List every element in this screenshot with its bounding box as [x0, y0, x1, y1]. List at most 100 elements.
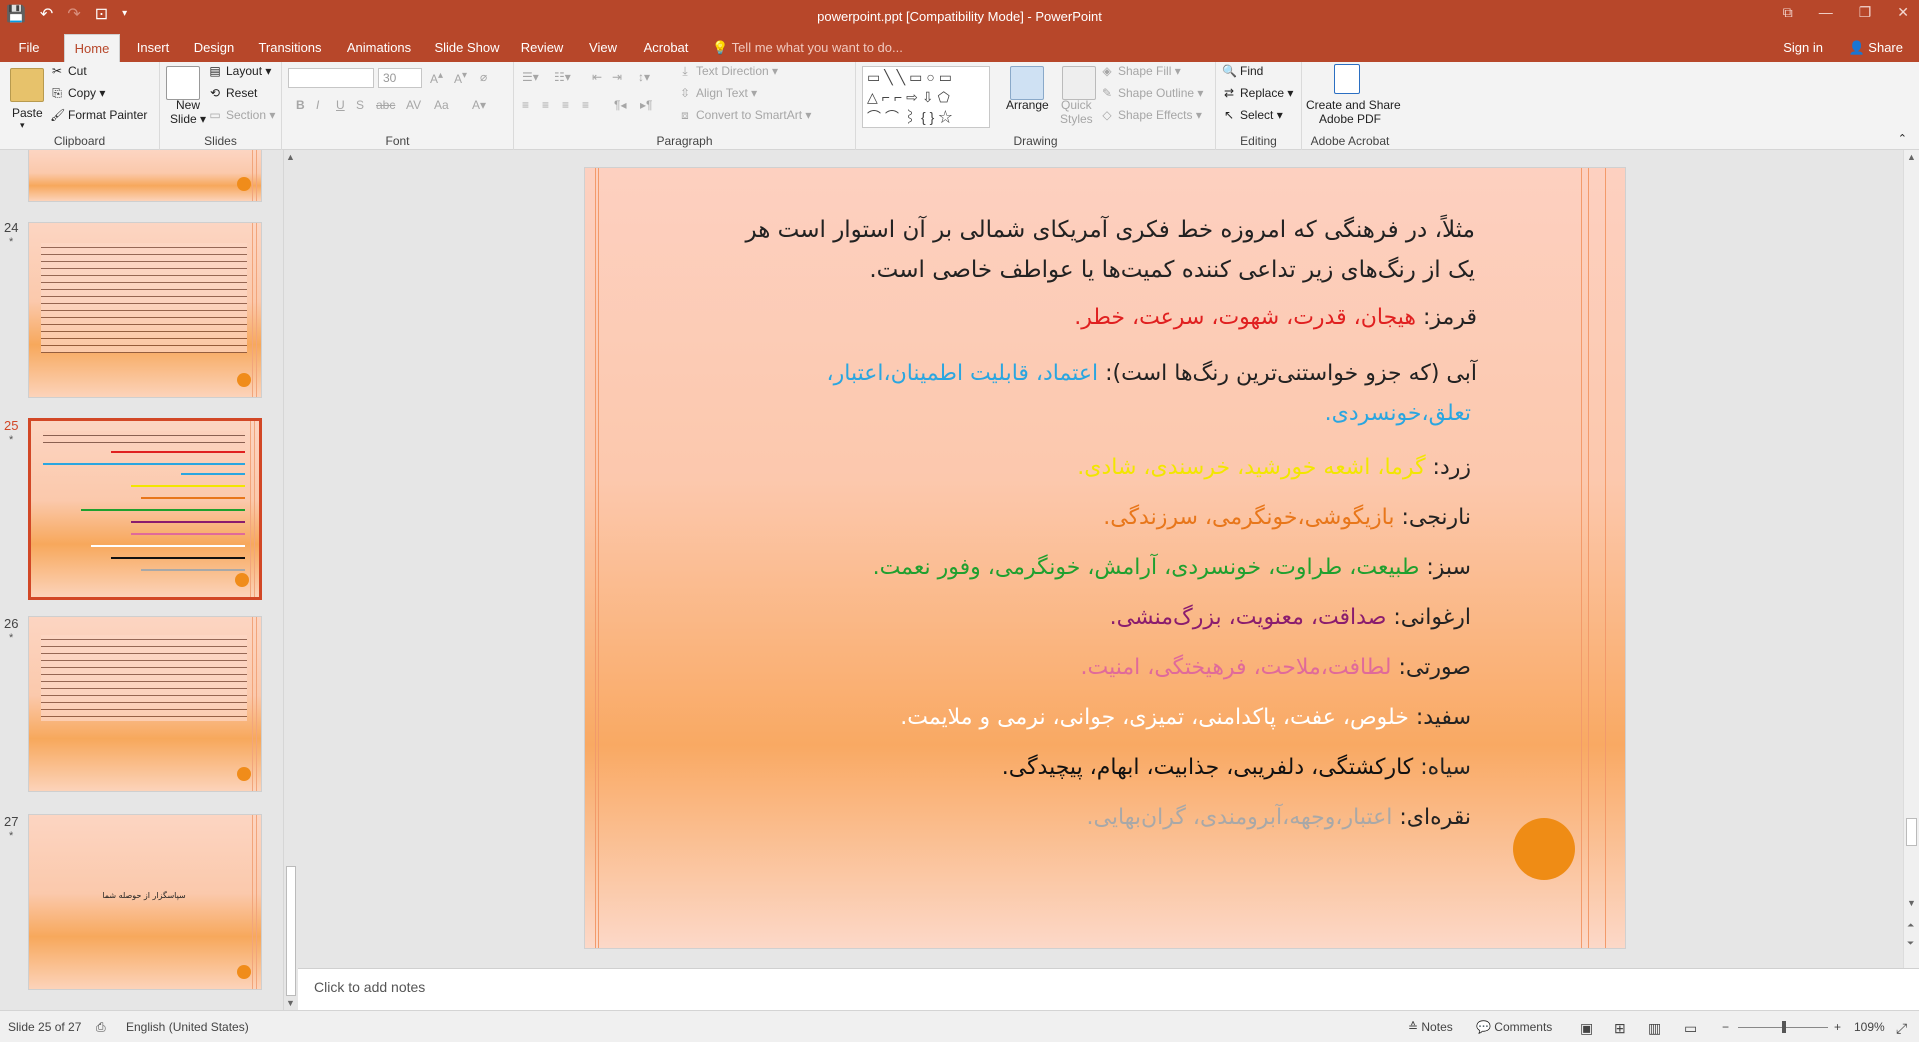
new-slide-icon[interactable]: [166, 66, 200, 100]
strikethrough-icon[interactable]: abc: [376, 98, 395, 112]
align-center-icon[interactable]: ≡: [542, 98, 549, 112]
notes-toggle[interactable]: ≙ Notes: [1408, 1020, 1453, 1034]
slide-line-green[interactable]: سبز: طبیعت، طراوت، خونسردی، آرامش، خونگر…: [873, 548, 1471, 588]
slide-intro-line-1[interactable]: مثلاً، در فرهنگی که امروزه خط فکری آمریک…: [746, 210, 1476, 250]
slide-sorter-icon[interactable]: ⊞: [1614, 1020, 1626, 1037]
copy-button[interactable]: ⎘ Copy ▾: [50, 86, 105, 101]
zoom-out-icon[interactable]: −: [1722, 1020, 1729, 1034]
minimize-icon[interactable]: —: [1819, 4, 1833, 21]
decrease-indent-icon[interactable]: ⇤: [592, 70, 602, 84]
reset-button[interactable]: ⟲ Reset: [208, 86, 257, 100]
quick-styles-icon[interactable]: [1062, 66, 1096, 100]
paste-button[interactable]: Paste: [12, 106, 43, 120]
tab-home[interactable]: Home: [64, 34, 120, 62]
tab-design[interactable]: Design: [186, 34, 242, 62]
zoom-slider-thumb[interactable]: [1782, 1021, 1786, 1033]
tab-insert[interactable]: Insert: [128, 34, 178, 62]
section-button[interactable]: ▭ Section ▾: [208, 108, 275, 122]
align-text-button[interactable]: ⇳ Align Text ▾: [678, 86, 757, 100]
tab-transitions[interactable]: Transitions: [250, 34, 330, 62]
rtl-icon[interactable]: ¶◂: [614, 98, 626, 112]
find-button[interactable]: 🔍 Find: [1222, 64, 1263, 78]
slide-show-icon[interactable]: ▭: [1684, 1020, 1697, 1037]
slide-line-pink[interactable]: صورتی: لطافت،ملاحت، فرهیختگی، امنیت.: [1080, 648, 1471, 688]
decrease-font-icon[interactable]: A▾: [454, 70, 467, 86]
bold-icon[interactable]: B: [296, 98, 305, 112]
scroll-up-icon[interactable]: ▲: [1907, 152, 1916, 162]
thumbnail-slide-23[interactable]: [28, 150, 262, 202]
new-slide-button[interactable]: New Slide ▾: [170, 98, 206, 126]
text-direction-button[interactable]: ⤓ Text Direction ▾: [678, 64, 778, 79]
thumbnail-slide-25[interactable]: [28, 418, 262, 600]
select-button[interactable]: ↖ Select ▾: [1222, 108, 1283, 122]
slide-line-blue[interactable]: آبی (که جزو خواستنی‌ترین رنگ‌ها است): اع…: [827, 354, 1477, 394]
scroll-down-icon[interactable]: ▼: [286, 998, 295, 1008]
arrange-icon[interactable]: [1010, 66, 1044, 100]
thumbnail-slide-24[interactable]: [28, 222, 262, 398]
clear-formatting-icon[interactable]: ⌀: [480, 70, 487, 84]
quick-styles-button[interactable]: Quick Styles: [1060, 98, 1093, 126]
shapes-gallery[interactable]: ▭╲╲▭○▭ △⌐⌐⇨⇩⬠ ⌒⌒⌇{}☆: [862, 66, 990, 128]
layout-button[interactable]: ▤ Layout ▾: [208, 64, 271, 78]
thumbnail-slide-27[interactable]: سپاسگزار از حوصله شما: [28, 814, 262, 990]
justify-icon[interactable]: ≡: [582, 98, 589, 112]
fit-slide-icon[interactable]: ⤢: [1896, 1020, 1907, 1037]
ltr-icon[interactable]: ▸¶: [640, 98, 652, 112]
comments-toggle[interactable]: 💬 Comments: [1476, 1020, 1552, 1034]
next-slide-icon[interactable]: ⏷: [1907, 938, 1914, 949]
reading-view-icon[interactable]: ▥: [1648, 1020, 1661, 1037]
shape-effects-button[interactable]: ◇ Shape Effects ▾: [1100, 108, 1201, 122]
font-color-icon[interactable]: A▾: [472, 98, 486, 112]
tab-slide-show[interactable]: Slide Show: [428, 34, 506, 62]
scroll-up-icon[interactable]: ▲: [286, 152, 295, 162]
tab-view[interactable]: View: [578, 34, 628, 62]
previous-slide-icon[interactable]: ⏶: [1907, 920, 1914, 931]
convert-smartart-button[interactable]: ⧈ Convert to SmartArt ▾: [678, 108, 811, 123]
collapse-ribbon-icon[interactable]: ⌃: [1898, 132, 1907, 145]
slide-intro-line-2[interactable]: یک از رنگ‌های زیر تداعی کننده کمیت‌ها یا…: [869, 250, 1475, 290]
shape-outline-button[interactable]: ✎ Shape Outline ▾: [1100, 86, 1203, 100]
slide-line-black[interactable]: سیاه: کارکشتگی، دلفریبی، جذابیت، ابهام، …: [1002, 748, 1471, 788]
underline-icon[interactable]: U: [336, 98, 345, 112]
share-button[interactable]: 👤 Share: [1848, 34, 1903, 62]
slide-line-purple[interactable]: ارغوانی: صداقت، معنویت، بزرگ‌منشی.: [1110, 598, 1471, 638]
create-share-pdf-button[interactable]: Create and Share Adobe PDF: [1306, 98, 1401, 126]
slide-scrollbar[interactable]: ▲ ▼ ⏶ ⏷: [1903, 150, 1919, 968]
increase-indent-icon[interactable]: ⇥: [612, 70, 622, 84]
thumbnail-slide-26[interactable]: [28, 616, 262, 792]
numbering-icon[interactable]: ☷▾: [554, 70, 571, 84]
shadow-icon[interactable]: S: [356, 98, 364, 112]
italic-icon[interactable]: I: [316, 98, 319, 112]
spellcheck-icon[interactable]: ⎙: [96, 1020, 106, 1035]
ribbon-display-options-icon[interactable]: ⧉: [1783, 4, 1793, 21]
thumbnail-scroll-thumb[interactable]: [286, 866, 296, 996]
font-size-combo[interactable]: 30: [378, 68, 422, 88]
replace-button[interactable]: ⇄ Replace ▾: [1222, 86, 1293, 100]
tab-review[interactable]: Review: [514, 34, 570, 62]
slide-line-blue-cont[interactable]: تعلق،خونسردی.: [1325, 394, 1471, 434]
tab-file[interactable]: File: [4, 34, 54, 62]
paste-dropdown-icon[interactable]: ▾: [20, 120, 25, 131]
zoom-in-icon[interactable]: +: [1834, 1020, 1841, 1034]
slide-line-silver[interactable]: نقره‌ای: اعتبار،وجهه،آبرومندی، گران‌بهای…: [1087, 798, 1471, 838]
align-right-icon[interactable]: ≡: [562, 98, 569, 112]
change-case-icon[interactable]: Aa: [434, 98, 449, 112]
tab-animations[interactable]: Animations: [336, 34, 422, 62]
slide-line-orange[interactable]: نارنجی: بازیگوشی،خونگرمی، سرزندگی.: [1103, 498, 1471, 538]
bullets-icon[interactable]: ☰▾: [522, 70, 539, 84]
slide-line-white[interactable]: سفید: خلوص، عفت، پاکدامنی، تمیزی، جوانی،…: [900, 698, 1471, 738]
scroll-down-icon[interactable]: ▼: [1907, 898, 1916, 908]
slide-line-red[interactable]: قرمز: هیجان، قدرت، شهوت، سرعت، خطر.: [1074, 298, 1477, 338]
normal-view-icon[interactable]: ▣: [1580, 1020, 1593, 1037]
shape-fill-button[interactable]: ◈ Shape Fill ▾: [1100, 64, 1180, 78]
tab-acrobat[interactable]: Acrobat: [636, 34, 696, 62]
line-spacing-icon[interactable]: ↕▾: [638, 70, 650, 84]
notes-placeholder[interactable]: Click to add notes: [314, 979, 425, 995]
slide-canvas[interactable]: مثلاً، در فرهنگی که امروزه خط فکری آمریک…: [584, 167, 1626, 949]
language-indicator[interactable]: English (United States): [126, 1020, 249, 1034]
restore-icon[interactable]: ❐: [1859, 4, 1872, 21]
format-painter-button[interactable]: 🖌 Format Painter: [50, 108, 147, 122]
character-spacing-icon[interactable]: AV: [406, 98, 421, 112]
cut-button[interactable]: ✂ Cut: [50, 64, 87, 78]
slide-scroll-thumb[interactable]: [1906, 818, 1917, 846]
